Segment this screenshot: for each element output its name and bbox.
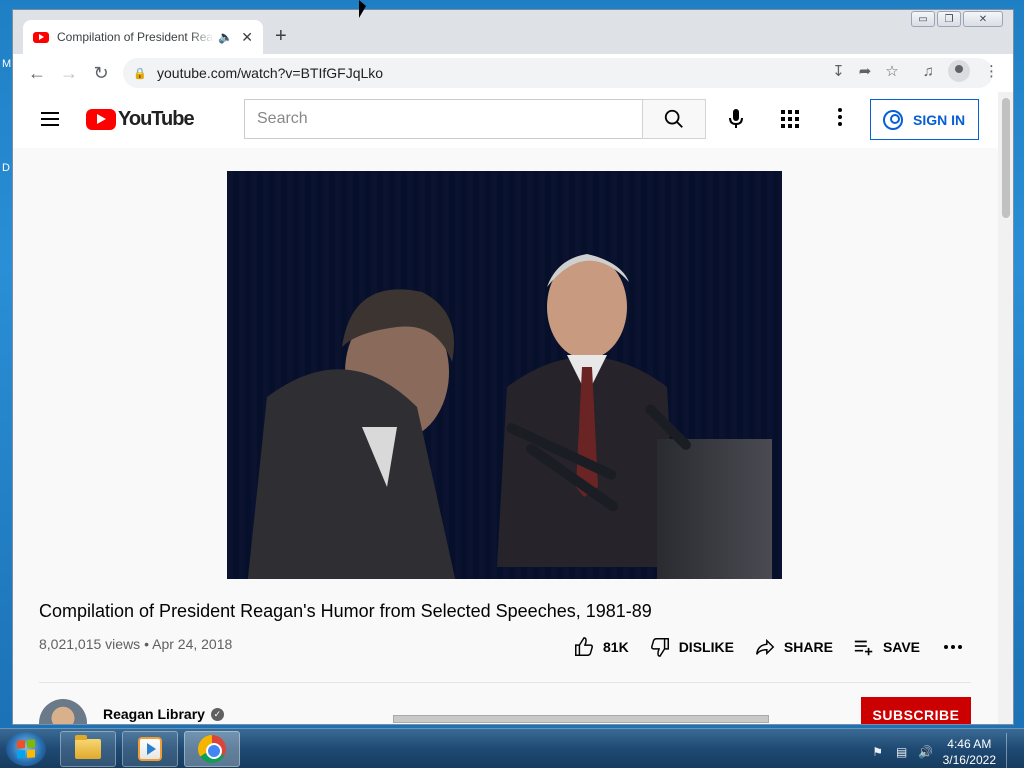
video-actions: 81K DISLIKE SHARE SAVE — [573, 636, 963, 658]
vertical-scrollbar[interactable] — [998, 92, 1013, 724]
share-arrow-icon — [755, 638, 775, 656]
like-button[interactable]: 81K — [573, 636, 629, 658]
thumbs-down-icon — [650, 638, 669, 657]
upload-date: Apr 24, 2018 — [152, 636, 233, 652]
sign-in-button[interactable]: SIGN IN — [870, 99, 979, 140]
video-player[interactable] — [227, 171, 782, 579]
youtube-logo[interactable]: YouTube — [86, 108, 195, 131]
taskbar-media-player[interactable] — [122, 731, 178, 767]
horizontal-scrollbar[interactable] — [393, 715, 769, 723]
desktop-icon-label: D — [2, 162, 10, 174]
microphone-icon — [729, 109, 743, 128]
scrollbar-thumb[interactable] — [1002, 98, 1010, 218]
folder-icon — [75, 735, 101, 759]
video-figure — [657, 439, 772, 579]
action-center-flag-icon[interactable]: ⚑ — [871, 745, 885, 759]
video-figure — [247, 289, 456, 579]
close-tab-icon[interactable]: ✕ — [241, 29, 253, 46]
maximize-button[interactable]: ❐ — [937, 11, 961, 27]
start-button[interactable] — [6, 732, 46, 766]
dislike-button[interactable]: DISLIKE — [649, 636, 734, 658]
more-options-icon[interactable] — [838, 108, 844, 129]
browser-window: Compilation of President Reagan's Humor … — [12, 9, 1014, 725]
apps-grid-icon[interactable] — [781, 110, 801, 128]
view-count: 8,021,015 views — [39, 636, 141, 652]
back-arrow-icon[interactable]: ← — [21, 57, 53, 89]
dislike-label: DISLIKE — [678, 639, 734, 655]
youtube-page: YouTube Search SIGN IN Compilation of Pr… — [13, 92, 998, 724]
share-page-icon[interactable]: ➦ — [859, 62, 872, 80]
clock-date: 3/16/2022 — [942, 753, 996, 767]
save-label: SAVE — [882, 639, 921, 655]
logo-text: YouTube — [118, 108, 195, 130]
video-meta: 8,021,015 views • Apr 24, 2018 — [39, 636, 232, 652]
system-tray: ⚑ ▤ 🔊 4:46 AM 3/16/2022 — [871, 733, 1016, 768]
video-title: Compilation of President Reagan's Humor … — [39, 601, 652, 621]
network-icon[interactable]: ▤ — [895, 745, 909, 759]
divider — [39, 682, 971, 683]
voice-search-button[interactable] — [721, 104, 751, 134]
search-button[interactable] — [642, 99, 706, 139]
search-input[interactable]: Search — [244, 99, 642, 139]
user-account-icon — [883, 109, 903, 130]
search-icon — [664, 109, 683, 128]
media-player-icon — [138, 737, 162, 761]
bookmark-star-icon[interactable]: ☆ — [885, 62, 898, 80]
video-figure — [497, 254, 677, 567]
media-control-icon[interactable]: ♫ — [923, 63, 934, 80]
tab-title: Compilation of President Reagan's Humor … — [57, 30, 214, 44]
share-button[interactable]: SHARE — [754, 636, 833, 658]
clock[interactable]: 4:46 AM 3/16/2022 — [943, 736, 996, 768]
like-count: 81K — [603, 639, 629, 655]
masthead: YouTube Search SIGN IN — [13, 92, 998, 148]
close-window-button[interactable]: ✕ — [963, 11, 1003, 27]
clock-time: 4:46 AM — [947, 737, 992, 751]
browser-tab[interactable]: Compilation of President Reagan's Humor … — [23, 20, 263, 54]
menu-icon[interactable] — [41, 112, 59, 130]
install-app-icon[interactable]: ↧ — [832, 62, 845, 80]
youtube-play-icon — [86, 109, 116, 130]
chrome-menu-icon[interactable]: ⋮ — [984, 62, 999, 80]
toolbar-right: ↧ ➦ ☆ ♫ ⋮ — [832, 60, 999, 82]
more-actions-icon[interactable] — [944, 645, 963, 649]
verified-badge-icon: ✓ — [210, 707, 224, 721]
speaker-icon[interactable]: 🔈 — [218, 30, 233, 44]
mouse-cursor-icon — [359, 0, 366, 18]
channel-name-row[interactable]: Reagan Library ✓ — [103, 706, 224, 722]
profile-avatar-icon[interactable] — [948, 60, 970, 82]
save-button[interactable]: SAVE — [853, 636, 920, 658]
youtube-favicon-icon — [33, 31, 49, 43]
share-label: SHARE — [783, 639, 833, 655]
lock-icon: 🔒 — [133, 67, 147, 80]
channel-avatar[interactable] — [39, 699, 87, 724]
taskbar: ⚑ ▤ 🔊 4:46 AM 3/16/2022 — [0, 728, 1024, 768]
browser-toolbar: ← → ↻ 🔒 youtube.com/watch?v=BTIfGFJqLko … — [13, 54, 1013, 92]
minimize-button[interactable]: ▭ — [911, 11, 935, 27]
desktop-icon-label: M — [2, 58, 12, 70]
sign-in-label: SIGN IN — [913, 111, 966, 128]
url-text: youtube.com/watch?v=BTIfGFJqLko — [157, 65, 384, 81]
channel-name: Reagan Library — [103, 706, 205, 722]
meta-separator: • — [140, 636, 153, 652]
chrome-icon — [198, 735, 226, 763]
windows-logo-icon — [17, 739, 35, 759]
taskbar-chrome[interactable] — [184, 731, 240, 767]
volume-icon[interactable]: 🔊 — [918, 745, 933, 759]
thumbs-up-icon — [575, 637, 593, 656]
tab-strip: Compilation of President Reagan's Humor … — [13, 10, 1013, 54]
reload-icon[interactable]: ↻ — [85, 57, 117, 89]
new-tab-button[interactable]: + — [275, 26, 287, 46]
show-desktop-button[interactable] — [1006, 733, 1016, 768]
taskbar-file-explorer[interactable] — [60, 731, 116, 767]
forward-arrow-icon[interactable]: → — [53, 57, 85, 89]
playlist-add-icon — [854, 640, 873, 656]
window-controls: ▭ ❐ ✕ — [911, 11, 1003, 27]
subscribe-button[interactable]: SUBSCRIBE — [861, 697, 971, 724]
